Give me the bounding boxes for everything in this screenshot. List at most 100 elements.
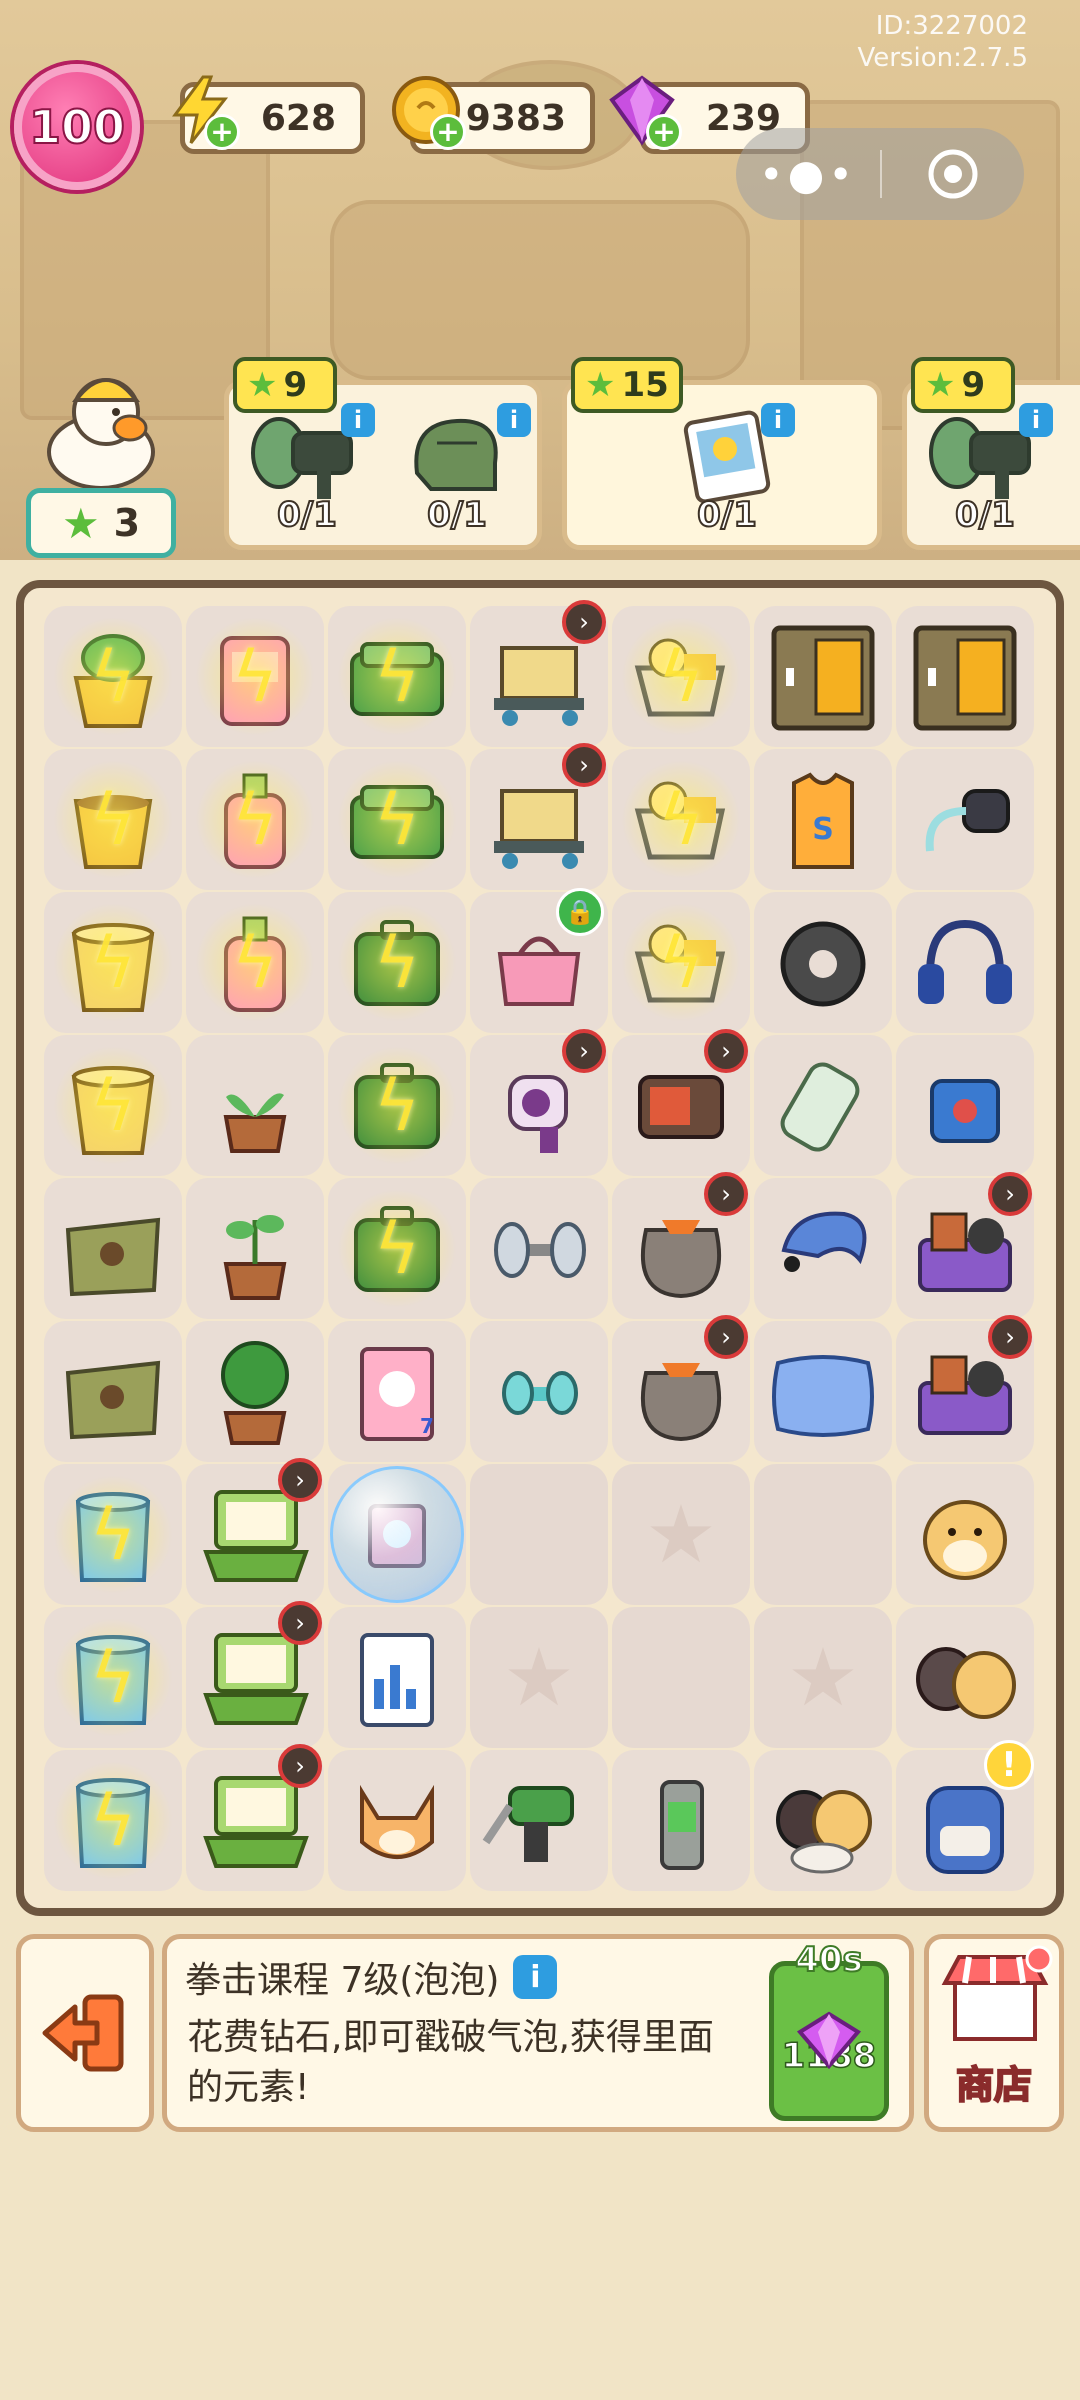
board-cell[interactable] [754,892,892,1033]
board-cell[interactable]: › [896,1172,1034,1319]
clipper-icon[interactable] [764,1047,882,1165]
board-cell[interactable]: ϟ [186,892,324,1033]
hamster-icon[interactable] [906,1476,1024,1594]
chart-notepad-icon[interactable] [338,1619,456,1737]
board-cell[interactable]: ! [896,1740,1034,1891]
board-cell[interactable]: 7 [328,1321,466,1462]
board-cell[interactable]: ϟ [44,749,182,890]
hamster-family-icon[interactable] [764,1762,882,1880]
info-icon[interactable]: i [497,403,531,437]
board-cell[interactable]: › [896,1315,1034,1462]
info-icon[interactable]: i [341,403,375,437]
board-cell[interactable]: › [186,1458,324,1605]
board-cell[interactable]: ϟ [328,606,466,747]
board-cell[interactable]: › [186,1744,324,1891]
sleep-mask-icon[interactable] [764,1190,882,1308]
board-cell[interactable]: S [754,749,892,890]
board-cell[interactable] [754,1321,892,1462]
add-energy-icon[interactable]: + [204,114,240,150]
board-cell[interactable] [470,1321,608,1462]
hamsters-icon[interactable] [906,1619,1024,1737]
exit-button[interactable] [16,1934,154,2132]
board-cell[interactable]: ϟ [44,1750,182,1891]
coin-icon[interactable]: + [386,70,466,150]
board-cell[interactable]: ϟ [44,606,182,747]
board-cell[interactable] [754,1035,892,1176]
green-box-icon[interactable] [338,761,456,879]
board-cell[interactable] [754,606,892,747]
board-cell[interactable]: ★ [612,1464,750,1605]
board-cell[interactable] [612,1750,750,1891]
board-cell[interactable]: ϟ [44,1464,182,1605]
board-cell[interactable] [44,1321,182,1462]
duck-cart-icon[interactable] [622,904,740,1022]
board-cell[interactable]: › [470,600,608,747]
add-coin-icon[interactable]: + [430,114,466,150]
magazine-icon[interactable]: 7 [338,1333,456,1451]
bubble-overlay[interactable] [330,1466,464,1603]
headphones-icon[interactable] [906,904,1024,1022]
board-cell[interactable]: ϟ [328,1178,466,1319]
bucket-icon[interactable] [54,904,172,1022]
info-icon[interactable]: i [513,1955,558,1999]
board-cell[interactable]: ϟ [44,1035,182,1176]
board-cell[interactable] [612,1607,750,1748]
board-cell[interactable]: ϟ [186,606,324,747]
board-cell[interactable]: ★ [470,1607,608,1748]
board-cell[interactable]: ϟ [44,892,182,1033]
board-cell[interactable] [470,1178,608,1319]
pop-bubble-button[interactable]: 40s 1188 [769,1939,889,2121]
add-gem-icon[interactable]: + [646,114,682,150]
board-cell[interactable] [328,1607,466,1748]
board-cell[interactable] [186,1321,324,1462]
seedling-icon[interactable] [196,1047,314,1165]
tree-pot-icon[interactable] [196,1333,314,1451]
duck-cart-icon[interactable] [622,761,740,879]
board-cell[interactable]: ϟ [612,892,750,1033]
board-cell[interactable] [896,1464,1034,1605]
board-cell[interactable]: › [186,1601,324,1748]
board-cell[interactable] [186,1035,324,1176]
board-cell[interactable]: › [612,1315,750,1462]
board-cell[interactable] [896,1607,1034,1748]
player-panel[interactable]: ★ 3 [22,360,178,558]
board-cell[interactable] [470,1464,608,1605]
duck-avatar[interactable] [36,360,166,490]
water-dispenser-icon[interactable] [196,618,314,736]
board-cell[interactable] [328,1464,466,1605]
dumbbell-icon[interactable] [480,1190,598,1308]
green-case-icon[interactable] [338,904,456,1022]
green-box-icon[interactable] [338,618,456,736]
board-cell[interactable]: ϟ [612,749,750,890]
close-miniprogram-icon[interactable] [882,146,1024,202]
water-jug-icon[interactable] [54,1476,172,1594]
board-cell[interactable] [328,1750,466,1891]
seed-bag-icon[interactable] [54,1190,172,1308]
water-jug-icon[interactable] [54,1762,172,1880]
board-cell[interactable] [896,606,1034,747]
board-cell[interactable] [754,1178,892,1319]
order-card-3[interactable]: ★ 9 0/1 i [902,357,1080,550]
water-jug-icon[interactable] [54,1619,172,1737]
board-cell[interactable]: ϟ [328,892,466,1033]
ab-roller-icon[interactable] [906,761,1024,879]
duck-cart-icon[interactable] [622,618,740,736]
board-cell[interactable]: › [612,1029,750,1176]
locker-icon[interactable] [764,618,882,736]
small-dumbbell-icon[interactable] [480,1333,598,1451]
board-cell[interactable]: ϟ [612,606,750,747]
shop-button[interactable]: 商店 [924,1934,1064,2132]
drill-icon[interactable] [480,1762,598,1880]
board-cell[interactable]: ★ [754,1607,892,1748]
info-icon[interactable]: i [1019,403,1053,437]
bucket-icon[interactable] [54,1047,172,1165]
order-card-2[interactable]: ★ 15 0/1 i [562,357,882,550]
board-cell[interactable]: ϟ [328,749,466,890]
level-badge[interactable]: 100 [14,64,140,190]
plant-pot-icon[interactable] [54,618,172,736]
seed-bag-icon[interactable] [54,1333,172,1451]
board-cell[interactable] [470,1750,608,1891]
green-case-icon[interactable] [338,1190,456,1308]
board-cell[interactable] [896,1035,1034,1176]
locker-icon[interactable] [906,618,1024,736]
